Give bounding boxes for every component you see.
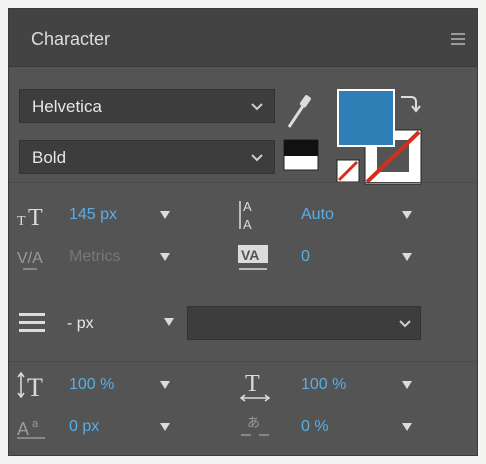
baseline-shift-icon: A a: [17, 418, 45, 439]
dropdown-arrow-icon[interactable]: [401, 210, 413, 220]
baseline-shift-value[interactable]: 0 px: [69, 418, 99, 436]
dropdown-arrow-icon[interactable]: [159, 422, 171, 432]
tracking-value[interactable]: 0: [301, 248, 310, 266]
panel-titlebar: Character: [9, 9, 477, 67]
font-size-value[interactable]: 145 px: [69, 206, 117, 224]
chevron-down-icon: [251, 154, 263, 162]
svg-text:a: a: [32, 418, 39, 430]
dropdown-arrow-icon[interactable]: [159, 380, 171, 390]
font-family-dropdown[interactable]: Helvetica: [19, 89, 275, 123]
chevron-down-icon: [399, 320, 411, 328]
horizontal-scale-icon: T: [239, 371, 271, 402]
svg-text:T: T: [27, 373, 43, 401]
eyedropper-icon[interactable]: [285, 91, 313, 131]
dropdown-arrow-icon[interactable]: [163, 317, 175, 327]
vertical-scale-value[interactable]: 100 %: [69, 376, 114, 394]
panel-title: Character: [31, 29, 111, 49]
paragraph-style-dropdown[interactable]: [187, 306, 421, 340]
dropdown-arrow-icon[interactable]: [401, 422, 413, 432]
chevron-down-icon: [251, 103, 263, 111]
default-colors-icon[interactable]: [283, 139, 319, 171]
font-style-dropdown[interactable]: Bold: [19, 140, 275, 174]
kerning-icon: V/A: [17, 250, 43, 270]
leading-value[interactable]: Auto: [301, 206, 334, 224]
svg-text:A: A: [17, 419, 29, 439]
vertical-scale-icon: T: [17, 371, 43, 401]
hamburger-menu-icon[interactable]: [451, 33, 465, 45]
dropdown-arrow-icon[interactable]: [401, 380, 413, 390]
horizontal-scale-value[interactable]: 100 %: [301, 376, 346, 394]
dropdown-arrow-icon[interactable]: [159, 252, 171, 262]
kerning-value[interactable]: Metrics: [69, 248, 121, 266]
dropdown-arrow-icon[interactable]: [401, 252, 413, 262]
section-divider: [9, 182, 477, 183]
paragraph-align-icon: [19, 313, 45, 332]
font-style-value: Bold: [32, 148, 67, 167]
svg-text:T: T: [245, 371, 260, 397]
swap-colors-icon[interactable]: [397, 91, 421, 115]
tsume-value[interactable]: 0 %: [301, 418, 329, 436]
tsume-icon: あ: [241, 415, 269, 436]
leading-icon: A A: [239, 199, 252, 232]
tracking-icon: VA: [238, 245, 268, 270]
svg-text:T: T: [17, 214, 26, 229]
font-size-icon: T T: [17, 205, 43, 229]
indent-value[interactable]: - px: [67, 315, 94, 333]
svg-text:A: A: [243, 217, 252, 232]
svg-text:V/A: V/A: [17, 250, 43, 267]
dropdown-arrow-icon[interactable]: [159, 210, 171, 220]
svg-text:A: A: [243, 199, 252, 214]
svg-text:VA: VA: [241, 247, 259, 263]
fill-color-swatch[interactable]: [337, 89, 395, 147]
font-family-value: Helvetica: [32, 97, 102, 116]
section-divider: [9, 361, 477, 362]
svg-text:T: T: [28, 205, 43, 229]
character-panel: Character Helvetica Bold T T 145 px A A …: [8, 8, 478, 456]
svg-text:あ: あ: [247, 415, 260, 430]
